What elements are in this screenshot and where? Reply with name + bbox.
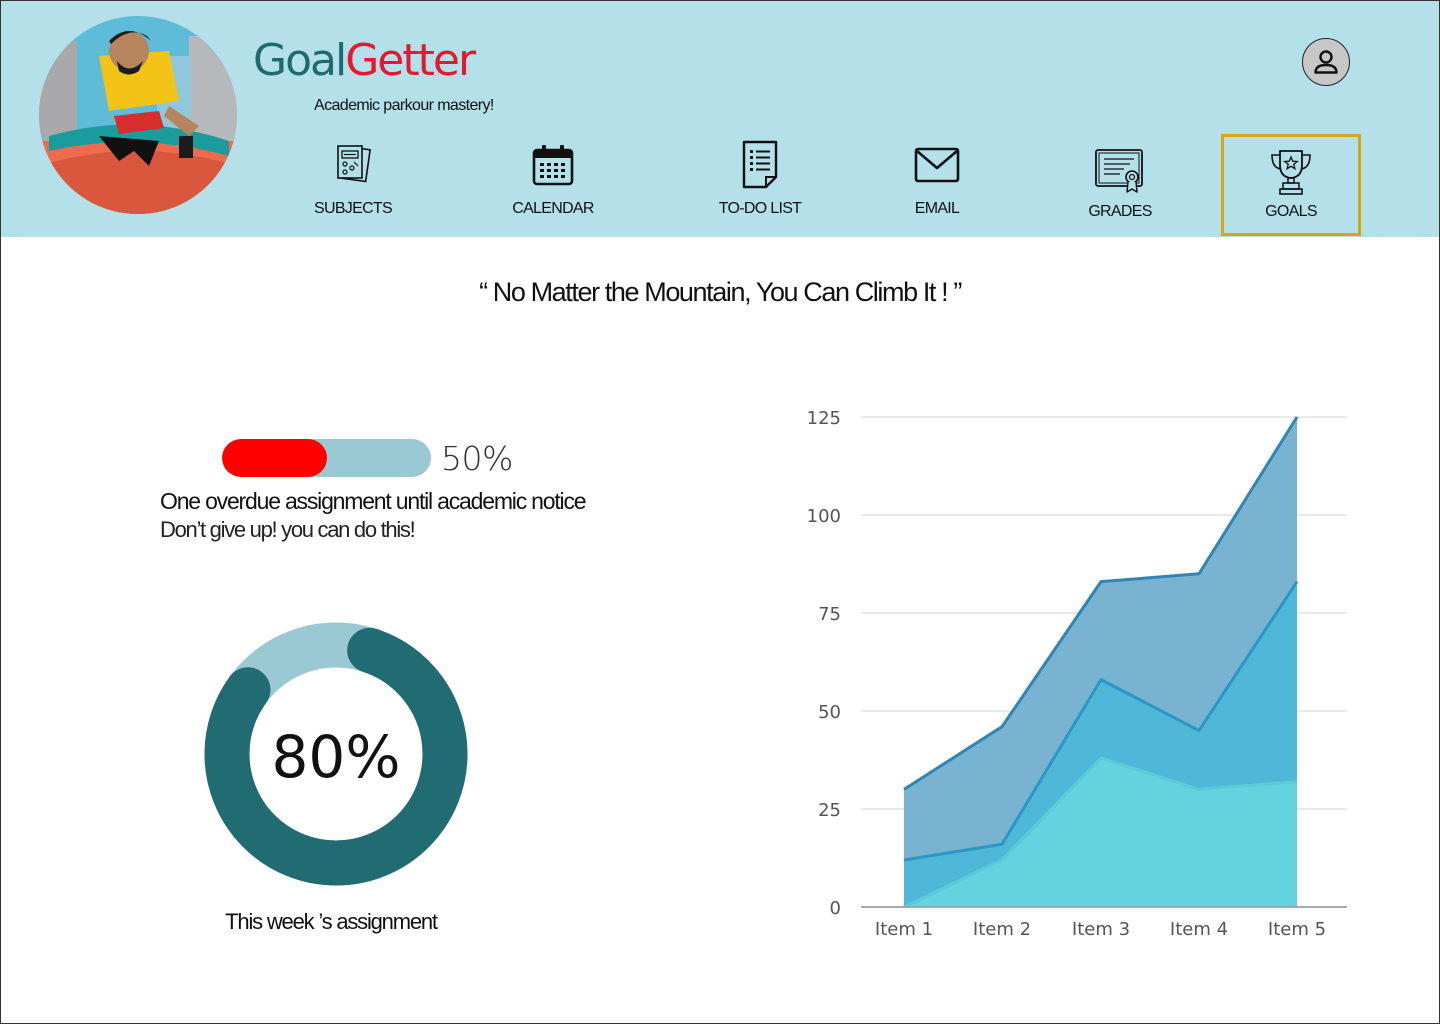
brand-part-goal: Goal: [253, 35, 347, 86]
nav-item-email[interactable]: EMAIL: [877, 134, 997, 236]
y-tick-label: 25: [818, 800, 841, 821]
x-tick-label: Item 4: [1170, 919, 1228, 940]
overdue-progress-fill: [222, 439, 327, 477]
goals-area-chart: 0 25 50 75 100 125 Item 1 Item 2 Item 3 Item 4 Ite…: [807, 408, 1347, 940]
app-window: GoalGetter Academic parkour mastery! SUB…: [0, 0, 1440, 1024]
user-icon: [1314, 50, 1338, 74]
nav-label: SUBJECTS: [314, 200, 393, 217]
donut-percent-label: 80%: [272, 723, 401, 791]
header: GoalGetter Academic parkour mastery! SUB…: [1, 1, 1439, 237]
parkour-hero-illustration: [39, 16, 237, 214]
email-icon: [914, 147, 960, 183]
motivational-quote: “ No Matter the Mountain, You Can Climb …: [479, 277, 962, 307]
nav-item-todo-list[interactable]: TO-DO LIST: [700, 134, 820, 236]
brand-part-getter: Getter: [345, 35, 476, 86]
x-tick-label: Item 1: [875, 919, 933, 940]
nav-item-grades[interactable]: GRADES: [1060, 134, 1180, 236]
y-tick-label: 50: [818, 702, 841, 723]
nav-item-goals[interactable]: GOALS: [1221, 134, 1361, 236]
y-tick-label: 125: [807, 408, 841, 429]
x-tick-label: Item 2: [973, 919, 1031, 940]
overdue-notice-title: One overdue assignment until academic no…: [160, 488, 587, 514]
nav-label: GRADES: [1088, 203, 1152, 220]
nav-label: GOALS: [1265, 203, 1317, 220]
grades-icon: [1095, 149, 1143, 193]
overdue-progress-bar: [222, 439, 431, 477]
overdue-notice-subtitle: Don’t give up! you can do this!: [160, 517, 416, 542]
x-tick-label: Item 5: [1268, 919, 1326, 940]
weekly-assignment-caption: This week ’s assignment: [225, 909, 438, 934]
brand-logo: GoalGetter: [253, 35, 476, 86]
calendar-icon: [532, 145, 574, 186]
y-tick-label: 75: [818, 604, 841, 625]
overdue-progress-percent: 50%: [441, 439, 513, 478]
y-tick-label: 0: [830, 898, 841, 919]
nav-item-subjects[interactable]: SUBJECTS: [293, 134, 413, 236]
y-tick-label: 100: [807, 506, 841, 527]
weekly-assignment-donut: 80%: [204, 622, 468, 886]
x-tick-label: Item 3: [1072, 919, 1130, 940]
nav-label: EMAIL: [914, 200, 960, 217]
nav-label: TO-DO LIST: [718, 200, 802, 217]
profile-button[interactable]: [1302, 38, 1350, 86]
todo-list-icon: [742, 140, 778, 189]
nav-item-calendar[interactable]: CALENDAR: [493, 134, 613, 236]
nav-label: CALENDAR: [512, 200, 594, 217]
subjects-icon: [337, 145, 372, 183]
tagline: Academic parkour mastery!: [314, 97, 494, 114]
trophy-icon: [1271, 150, 1311, 195]
